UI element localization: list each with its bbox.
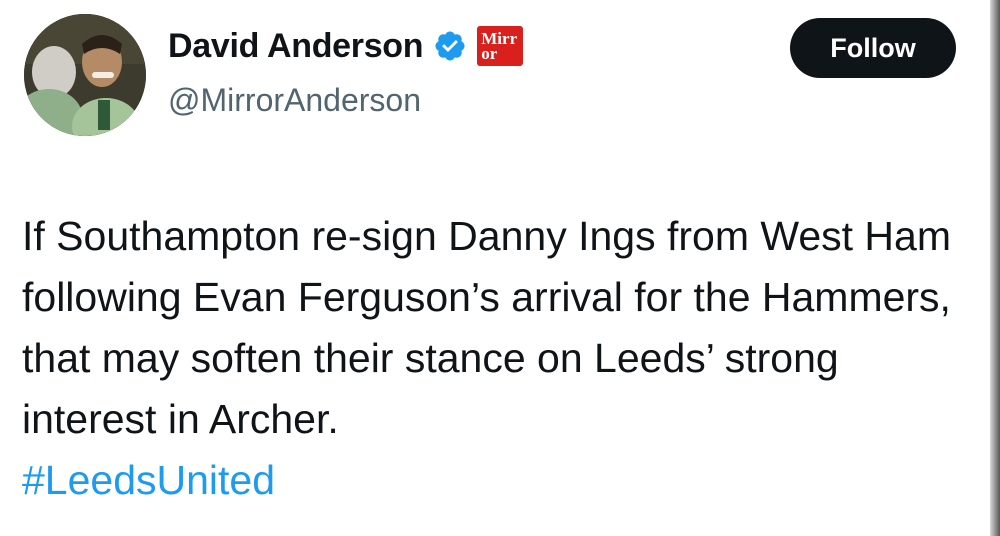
verified-badge-icon[interactable] [433,29,467,63]
author-name[interactable]: David Anderson [168,27,424,66]
hashtag-link[interactable]: #LeedsUnited [22,450,982,511]
mirror-affiliation-badge[interactable]: Mirr or [477,26,524,66]
avatar-photo [24,14,146,136]
follow-button[interactable]: Follow [790,18,956,78]
avatar[interactable] [24,14,146,136]
page-edge-shadow [990,0,1000,536]
tweet-body: If Southampton re-sign Danny Ings from W… [22,206,982,511]
author-header: David Anderson Mirr or [168,26,524,66]
badge-line-2: or [481,44,498,63]
author-handle[interactable]: @MirrorAnderson [168,82,421,119]
tweet-text: If Southampton re-sign Danny Ings from W… [22,213,951,442]
